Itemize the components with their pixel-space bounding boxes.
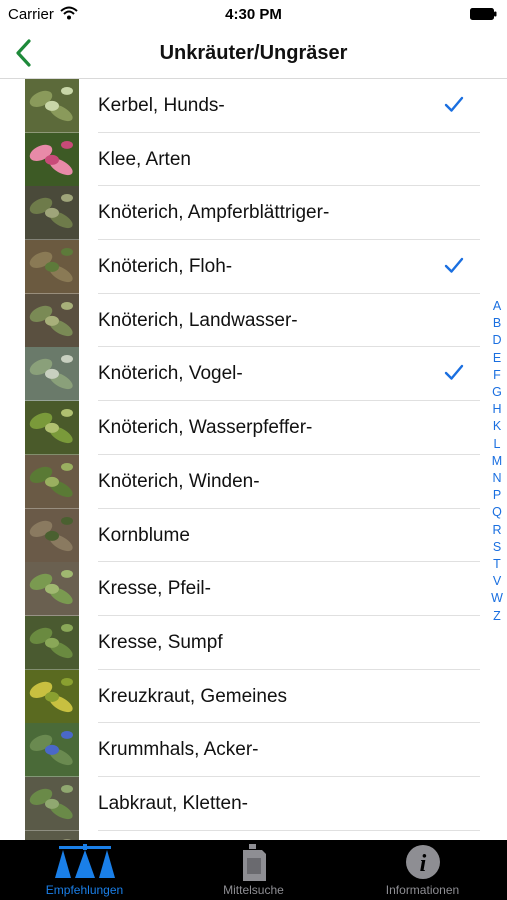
checkmark-icon (444, 365, 464, 381)
weed-thumbnail (25, 615, 79, 670)
weed-thumbnail (25, 79, 79, 133)
checkmark-icon (444, 257, 464, 273)
index-letter[interactable]: N (488, 470, 506, 487)
list-item-label: Kreuzkraut, Gemeines (98, 685, 288, 707)
index-letter[interactable]: G (488, 384, 506, 401)
list-item[interactable]: Kresse, Sumpf (0, 615, 480, 670)
weed-thumbnail (25, 776, 79, 831)
list-item[interactable]: Klee, Arten (0, 132, 480, 187)
weed-thumbnail (25, 723, 79, 777)
index-letter[interactable]: L (488, 436, 506, 453)
index-letter[interactable]: K (488, 418, 506, 435)
list-item[interactable]: Krummhals, Acker- (0, 723, 480, 777)
index-letter[interactable]: P (488, 487, 506, 504)
list-item[interactable] (0, 830, 480, 840)
navigation-bar: Unkräuter/Ungräser (0, 28, 507, 79)
weed-thumbnail (25, 240, 79, 294)
list-item-label: Klee, Arten (98, 148, 191, 170)
list-item[interactable]: Labkraut, Kletten- (0, 776, 480, 831)
weed-thumbnail (25, 508, 79, 563)
list-item-label: Kerbel, Hunds- (98, 95, 225, 116)
index-letter[interactable]: A (488, 298, 506, 315)
list-item[interactable]: Kerbel, Hunds- (0, 79, 480, 133)
list-item-label: Kresse, Sumpf (98, 631, 223, 653)
tab-mittelsuche[interactable]: Mittelsuche (169, 840, 338, 900)
list-item-label: Knöterich, Winden- (98, 470, 260, 492)
list-item-label: Knöterich, Ampferblättriger- (98, 202, 330, 224)
index-letter[interactable]: S (488, 539, 506, 556)
list-item[interactable]: Kresse, Pfeil- (0, 562, 480, 616)
index-letter[interactable]: E (488, 350, 506, 367)
svg-text:i: i (419, 851, 426, 877)
list-item[interactable]: Knöterich, Vogel- (0, 347, 480, 402)
weed-thumbnail (25, 132, 79, 187)
list-item[interactable]: Kreuzkraut, Gemeines (0, 669, 480, 724)
sprayer-icon (54, 844, 115, 878)
tab-informationen[interactable]: i Informationen (338, 840, 507, 900)
tab-label: Informationen (385, 883, 460, 897)
index-letter[interactable]: H (488, 401, 506, 418)
list-item-label: Kresse, Pfeil- (98, 578, 211, 600)
list-item-label: Kornblume (98, 524, 190, 546)
weed-thumbnail (25, 830, 79, 840)
checkmark-icon (444, 96, 464, 112)
canister-icon (242, 844, 266, 881)
list-item-label: Knöterich, Wasserpfeffer- (98, 417, 313, 439)
status-time: 4:30 PM (225, 6, 282, 23)
index-letter[interactable]: M (488, 453, 506, 470)
weed-thumbnail (25, 186, 79, 241)
list-item[interactable]: Knöterich, Landwasser- (0, 293, 480, 348)
tab-label: Empfehlungen (45, 883, 124, 897)
battery-icon (470, 8, 497, 20)
index-letter[interactable]: B (488, 315, 506, 332)
tab-bar: Empfehlungen Mittelsuche i Informationen (0, 840, 507, 900)
list-item[interactable]: Knöterich, Wasserpfeffer- (0, 401, 480, 455)
weed-thumbnail (25, 562, 79, 616)
list-item-label: Labkraut, Kletten- (98, 792, 248, 814)
index-letter[interactable]: R (488, 522, 506, 539)
tab-label: Mittelsuche (223, 883, 284, 897)
list-item[interactable]: Knöterich, Floh- (0, 240, 480, 294)
weed-thumbnail (25, 401, 79, 455)
list-item-label: Knöterich, Floh- (98, 256, 233, 278)
weed-thumbnail (25, 293, 79, 348)
weed-thumbnail (25, 669, 79, 724)
page-title: Unkräuter/Ungräser (159, 42, 348, 64)
list-item-label: Knöterich, Landwasser- (98, 309, 298, 331)
index-letter[interactable]: Z (488, 608, 506, 625)
weed-list[interactable]: Kerbel, Hunds- Klee, Arten Knöterich, Ampf… (0, 79, 480, 840)
list-item[interactable]: Kornblume (0, 508, 480, 563)
list-item-label: Knöterich, Vogel- (98, 363, 243, 385)
status-bar: Carrier 4:30 PM (0, 0, 507, 28)
alphabet-index[interactable]: ABDEFGHKLMNPQRSTVWZ (488, 298, 506, 625)
index-letter[interactable]: V (488, 573, 506, 590)
index-letter[interactable]: T (488, 556, 506, 573)
index-letter[interactable]: F (488, 367, 506, 384)
list-item[interactable]: Knöterich, Ampferblättriger- (0, 186, 480, 241)
index-letter[interactable]: W (488, 590, 506, 607)
list-item[interactable]: Knöterich, Winden- (0, 454, 480, 509)
index-letter[interactable]: Q (488, 504, 506, 521)
index-letter[interactable]: D (488, 332, 506, 349)
weed-thumbnail (25, 454, 79, 509)
list-item-label: Krummhals, Acker- (98, 739, 259, 761)
tab-empfehlungen[interactable]: Empfehlungen (0, 840, 169, 900)
info-icon: i (405, 845, 440, 879)
weed-thumbnail (25, 347, 79, 402)
